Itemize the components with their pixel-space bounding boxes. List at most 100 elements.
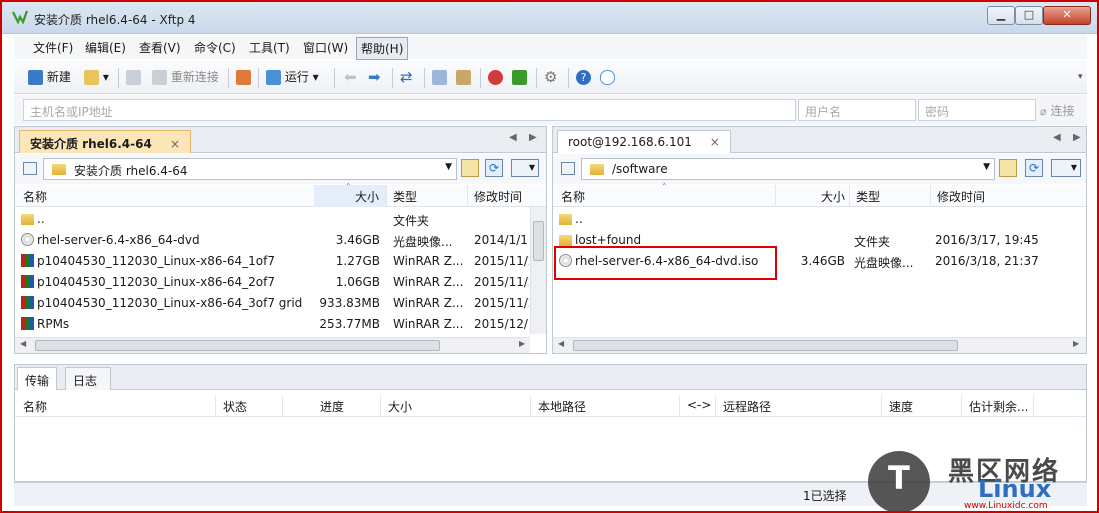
file-row[interactable]: .. [553, 209, 1086, 230]
folder-icon [559, 235, 572, 246]
title-bar[interactable]: 安装介质 rhel6.4-64 - Xftp 4 ▁ □ ✕ [2, 2, 1097, 34]
forward-arrow-icon[interactable]: ➡ [368, 68, 381, 86]
col-t-remote[interactable]: 远程路径 [723, 398, 771, 415]
scroll-left-icon[interactable]: ◀ [20, 339, 26, 348]
rar-archive-icon [21, 317, 34, 330]
toolbar-separator [118, 68, 119, 88]
col-name[interactable]: 名称 [561, 188, 585, 205]
run-button[interactable]: 运行 ▾ [266, 68, 319, 86]
tab-next-icon[interactable]: ▶ [1073, 132, 1081, 143]
scroll-left-icon[interactable]: ◀ [558, 339, 564, 348]
col-t-progress[interactable]: 进度 [320, 398, 344, 415]
view-mode-icon[interactable]: ▼ [1051, 159, 1081, 177]
menu-tools[interactable]: 工具(T) [246, 39, 293, 56]
disconnect-button[interactable] [126, 68, 141, 86]
toolbar-separator [334, 68, 335, 88]
tab-close-icon[interactable]: × [170, 137, 180, 151]
refresh-icon[interactable]: ⟳ [1025, 159, 1043, 177]
remote-hscrollbar[interactable]: ◀ ▶ [553, 337, 1086, 353]
menu-help[interactable]: 帮助(H) [356, 37, 409, 60]
file-row[interactable]: p10404530_112030_Linux-x86-64_3of7 grid 9… [15, 293, 546, 314]
xshell-button[interactable] [488, 68, 503, 86]
col-t-local[interactable]: 本地路径 [538, 398, 586, 415]
local-panel: 安装介质 rhel6.4-64 × ◀ ▶ 安装介质 rhel6.4-64 ▼ … [14, 126, 547, 354]
password-input[interactable]: 密码 [918, 99, 1036, 121]
chat-bubble-icon [600, 70, 615, 85]
tab-next-icon[interactable]: ▶ [529, 132, 537, 143]
menu-window[interactable]: 窗口(W) [300, 39, 351, 56]
xftp-button[interactable] [512, 68, 527, 86]
file-row[interactable]: rhel-server-6.4-x86_64-dvd 3.46GB 光盘映像... 2… [15, 230, 546, 251]
local-hscrollbar[interactable]: ◀ ▶ [15, 337, 530, 353]
menu-view[interactable]: 查看(V) [136, 39, 184, 56]
col-name[interactable]: 名称 [23, 188, 47, 205]
col-t-direction[interactable]: <-> [687, 398, 711, 412]
scroll-right-icon[interactable]: ▶ [1073, 339, 1079, 348]
toolbar-overflow-icon[interactable]: ▾ [1078, 68, 1083, 86]
remote-path-combo[interactable]: /software ▼ [581, 158, 995, 180]
tab-remote[interactable]: root@192.168.6.101 × [557, 130, 731, 153]
close-button[interactable]: ✕ [1043, 6, 1091, 25]
column-divider [679, 395, 680, 417]
sync-icon[interactable]: ⇄ [400, 68, 413, 86]
column-divider [849, 185, 850, 207]
properties-button[interactable] [236, 68, 251, 86]
chat-button[interactable] [600, 68, 615, 86]
parent-folder-icon[interactable] [461, 159, 479, 177]
col-size[interactable]: 大小 [821, 188, 845, 205]
file-row[interactable]: p10404530_112030_Linux-x86-64_2of7 1.06GB… [15, 272, 546, 293]
scroll-thumb[interactable] [573, 340, 958, 351]
connect-button[interactable]: ⌀ 连接 [1040, 102, 1074, 119]
file-modified: 2016/3/17, 19:45 [935, 233, 1039, 247]
paste-button[interactable] [456, 68, 471, 86]
tab-local[interactable]: 安装介质 rhel6.4-64 × [19, 130, 192, 153]
tab-log[interactable]: 日志 [65, 367, 111, 390]
gear-icon[interactable]: ⚙ [544, 68, 557, 86]
tab-transfers[interactable]: 传输 [17, 367, 58, 390]
file-row[interactable]: .. 文件夹 [15, 209, 546, 230]
local-tab-strip: 安装介质 rhel6.4-64 × ◀ ▶ [15, 127, 546, 153]
file-row[interactable]: p10404530_112030_Linux-x86-64_1of7 1.27GB… [15, 251, 546, 272]
menu-command[interactable]: 命令(C) [191, 39, 239, 56]
scroll-right-icon[interactable]: ▶ [519, 339, 525, 348]
panel-view-icon[interactable] [561, 162, 575, 175]
local-path-combo[interactable]: 安装介质 rhel6.4-64 ▼ [43, 158, 457, 180]
tab-close-icon[interactable]: × [710, 135, 720, 149]
col-t-speed[interactable]: 速度 [889, 398, 913, 415]
open-button[interactable]: ▾ [84, 68, 109, 86]
col-modified[interactable]: 修改时间 [474, 188, 522, 205]
col-t-name[interactable]: 名称 [23, 398, 47, 415]
maximize-button[interactable]: □ [1015, 6, 1043, 25]
help-button[interactable]: ? [576, 68, 591, 86]
menu-edit[interactable]: 编辑(E) [82, 39, 129, 56]
copy-icon [432, 70, 447, 85]
col-t-eta[interactable]: 估计剩余... [969, 398, 1028, 415]
column-divider [775, 185, 776, 207]
back-arrow-icon[interactable]: ⬅ [344, 68, 357, 86]
host-input[interactable]: 主机名或IP地址 [23, 99, 796, 121]
col-t-size[interactable]: 大小 [388, 398, 412, 415]
col-size[interactable]: 大小 [355, 188, 379, 205]
parent-folder-icon[interactable] [999, 159, 1017, 177]
col-type[interactable]: 类型 [393, 188, 417, 205]
reconnect-button[interactable]: 重新连接 [152, 68, 219, 86]
file-type: WinRAR Z... [393, 296, 464, 310]
local-vscrollbar[interactable] [530, 207, 546, 334]
tab-prev-icon[interactable]: ◀ [509, 132, 517, 143]
col-type[interactable]: 类型 [856, 188, 880, 205]
minimize-button[interactable]: ▁ [987, 6, 1015, 25]
copy-button[interactable] [432, 68, 447, 86]
username-input[interactable]: 用户名 [798, 99, 916, 121]
column-divider [467, 185, 468, 207]
tab-prev-icon[interactable]: ◀ [1053, 132, 1061, 143]
new-button[interactable]: 新建 [28, 68, 71, 86]
col-modified[interactable]: 修改时间 [937, 188, 985, 205]
scroll-thumb[interactable] [35, 340, 440, 351]
refresh-icon[interactable]: ⟳ [485, 159, 503, 177]
col-t-status[interactable]: 状态 [223, 398, 247, 415]
scroll-thumb[interactable] [533, 221, 544, 261]
file-row[interactable]: RPMs 253.77MB WinRAR Z... 2015/12/: [15, 314, 546, 335]
panel-view-icon[interactable] [23, 162, 37, 175]
view-mode-icon[interactable]: ▼ [511, 159, 539, 177]
menu-file[interactable]: 文件(F) [30, 39, 76, 56]
